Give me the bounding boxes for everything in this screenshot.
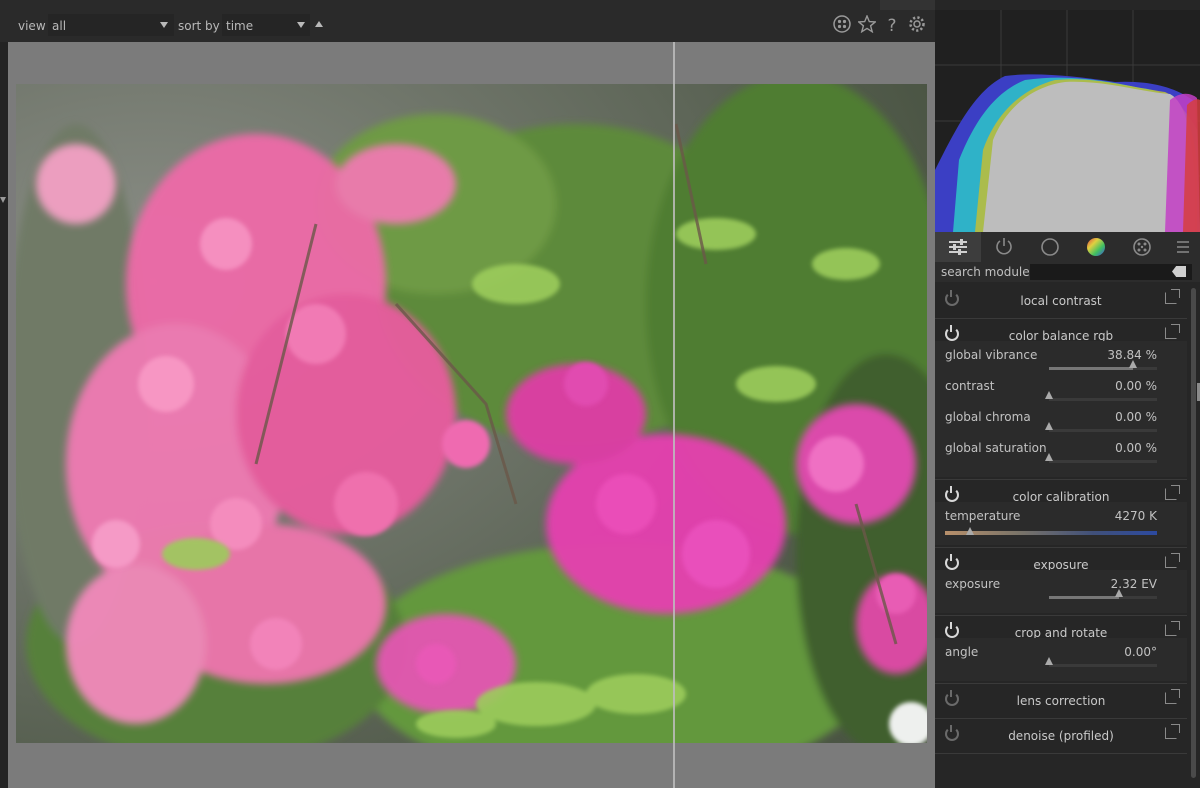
tab-color-modules[interactable] <box>1073 232 1119 262</box>
aperture-icon <box>1133 238 1151 256</box>
filter-bar: view all sort by time ? <box>0 0 935 42</box>
slider-value[interactable]: 0.00 % <box>1115 410 1157 424</box>
left-panel-edge <box>0 42 8 788</box>
module-title: lens correction <box>1016 694 1106 708</box>
slider-value[interactable]: 0.00 % <box>1115 379 1157 393</box>
tab-presets-menu[interactable] <box>1165 232 1200 262</box>
popout-icon[interactable] <box>1165 621 1180 636</box>
temperature-gradient-track[interactable] <box>945 527 1157 535</box>
module-header[interactable]: lens correction <box>935 684 1187 718</box>
slider-track[interactable] <box>1049 360 1157 370</box>
slider-track[interactable] <box>1045 422 1157 432</box>
module-separator <box>935 753 1187 754</box>
sort-select[interactable]: time <box>222 14 310 36</box>
slider-value[interactable]: 0.00° <box>1124 645 1157 659</box>
slider-label: global vibrance <box>945 348 1038 362</box>
before-after-split-line[interactable] <box>673 42 675 788</box>
chevron-down-icon <box>160 22 168 28</box>
popout-icon[interactable] <box>1165 485 1180 500</box>
gear-icon[interactable] <box>906 15 928 37</box>
module-list: local contrast color balance rgb global vi… <box>935 284 1187 788</box>
slider-global-saturation[interactable]: global saturation 0.00 % <box>935 438 1187 469</box>
star-icon[interactable] <box>856 14 878 37</box>
slider-thumb[interactable] <box>1045 657 1053 665</box>
module-title: denoise (profiled) <box>1008 729 1114 743</box>
view-label: view <box>18 19 46 33</box>
tab-base-modules[interactable] <box>981 232 1027 262</box>
tab-tone-modules[interactable] <box>1027 232 1073 262</box>
slider-fill <box>1049 367 1134 370</box>
photo-azalea[interactable] <box>16 84 927 743</box>
slider-thumb[interactable] <box>1045 422 1053 430</box>
sort-label: sort by <box>178 19 220 33</box>
menu-icon <box>1176 241 1189 253</box>
preset-grid-icon[interactable] <box>831 15 853 37</box>
search-input[interactable] <box>1030 264 1192 280</box>
clear-icon[interactable] <box>1172 266 1186 277</box>
slider-exposure[interactable]: exposure 2.32 EV <box>935 574 1187 605</box>
tab-effect-modules[interactable] <box>1119 232 1165 262</box>
slider-global-vibrance[interactable]: global vibrance 38.84 % <box>935 345 1187 376</box>
help-icon[interactable]: ? <box>881 15 903 37</box>
slider-value[interactable]: 4270 K <box>1115 509 1157 523</box>
module-title: local contrast <box>1020 294 1102 308</box>
popout-icon[interactable] <box>1165 324 1180 339</box>
slider-thumb[interactable] <box>1045 391 1053 399</box>
slider-thumb[interactable] <box>966 527 975 535</box>
power-icon <box>996 238 1012 255</box>
slider-track[interactable] <box>1049 589 1157 599</box>
scroll-thumb[interactable] <box>1191 288 1196 778</box>
module-search: search module <box>935 262 1200 282</box>
popout-icon[interactable] <box>1165 689 1180 704</box>
slider-track[interactable] <box>1045 391 1157 401</box>
sliders-icon <box>949 239 967 255</box>
slider-angle[interactable]: angle 0.00° <box>935 642 1187 673</box>
view-value: all <box>52 19 67 33</box>
module-group-tabs <box>935 232 1200 262</box>
slider-global-chroma[interactable]: global chroma 0.00 % <box>935 407 1187 438</box>
chevron-down-icon <box>297 22 305 28</box>
module-scrollbar[interactable] <box>1187 284 1200 788</box>
slider-label: global chroma <box>945 410 1031 424</box>
expand-left-icon[interactable] <box>0 197 6 203</box>
popout-icon[interactable] <box>1165 553 1180 568</box>
image-view[interactable] <box>8 42 935 788</box>
tab-active-modules[interactable] <box>935 232 981 262</box>
search-label: search module <box>941 265 1030 279</box>
slider-value[interactable]: 0.00 % <box>1115 441 1157 455</box>
slider-track[interactable] <box>1045 657 1157 667</box>
slider-track[interactable] <box>1045 453 1157 463</box>
histogram[interactable] <box>935 10 1200 232</box>
module-header[interactable]: local contrast <box>935 284 1187 318</box>
slider-fill <box>1049 596 1120 599</box>
slider-temperature[interactable]: temperature 4270 K <box>935 506 1187 537</box>
slider-thumb[interactable] <box>1115 589 1124 597</box>
popout-icon[interactable] <box>1165 289 1180 304</box>
slider-contrast[interactable]: contrast 0.00 % <box>935 376 1187 407</box>
slider-label: angle <box>945 645 979 659</box>
sort-order-icon[interactable] <box>315 21 323 27</box>
slider-thumb[interactable] <box>1129 360 1138 368</box>
color-wheel-icon <box>1087 238 1105 256</box>
popout-icon[interactable] <box>1165 724 1180 739</box>
slider-thumb[interactable] <box>1045 453 1053 461</box>
slider-label: exposure <box>945 577 1001 591</box>
right-panel: search module local contrast color balanc… <box>935 0 1200 788</box>
circle-icon <box>1041 238 1059 256</box>
slider-label: contrast <box>945 379 995 393</box>
slider-label: temperature <box>945 509 1021 523</box>
slider-label: global saturation <box>945 441 1047 455</box>
sort-value: time <box>226 19 254 33</box>
view-select[interactable]: all <box>48 14 174 36</box>
module-header[interactable]: denoise (profiled) <box>935 719 1187 753</box>
darkroom-window: view all sort by time ? search module lo… <box>0 0 1200 788</box>
